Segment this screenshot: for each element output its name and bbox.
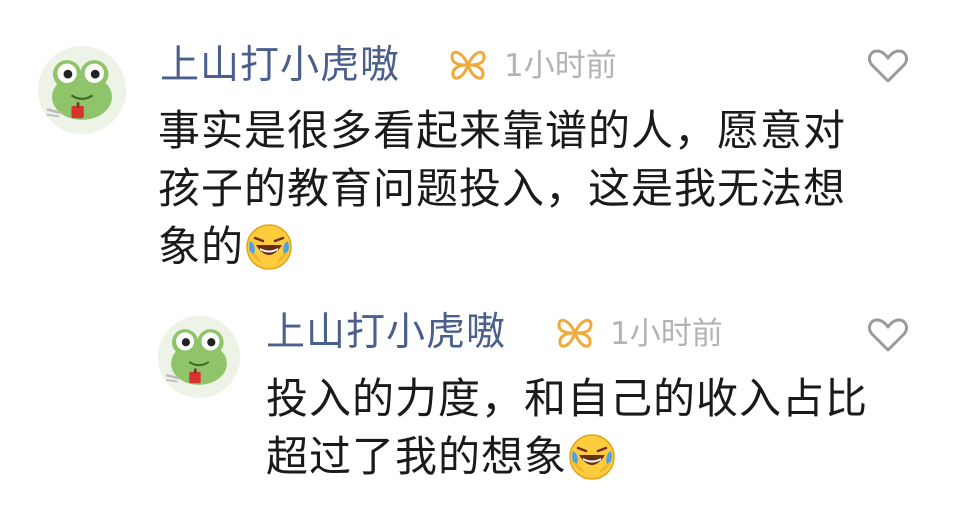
like-button[interactable] (866, 316, 910, 354)
timestamp: 1小时前 (504, 48, 617, 84)
frog-avatar-icon (38, 46, 126, 134)
username[interactable]: 上山打小虎嗷 (160, 38, 400, 94)
comment-text-line: 事实是很多看起来靠谱的人，愿意对 (158, 106, 847, 155)
laughing-crying-face-emoji (567, 431, 617, 481)
comment-text-line: 象的 (158, 218, 846, 276)
comment-text: 投入的力度，和自己的收入占比 超过了我的想象 (266, 370, 868, 486)
comment-text-line: 孩子的教育问题投入，这是我无法想 (158, 164, 847, 213)
heart-outline-icon (868, 49, 908, 83)
timestamp: 1小时前 (610, 316, 723, 352)
like-button[interactable] (866, 47, 910, 85)
frog-avatar[interactable] (38, 46, 126, 134)
comment-text-line: 超过了我的想象 (266, 428, 868, 486)
comment-text-line: 投入的力度，和自己的收入占比 (266, 374, 869, 423)
butterfly-icon (555, 315, 595, 351)
frog-avatar[interactable] (158, 316, 240, 398)
username[interactable]: 上山打小虎嗷 (266, 305, 506, 361)
comment-text: 事实是很多看起来靠谱的人，愿意对 孩子的教育问题投入，这是我无法想 象的 (158, 102, 846, 276)
butterfly-icon (448, 47, 488, 83)
comment-text-segment: 超过了我的想象 (266, 432, 568, 481)
frog-avatar-icon (158, 316, 240, 398)
heart-outline-icon (868, 318, 908, 352)
laughing-crying-face-emoji (244, 221, 294, 271)
comment-text-segment: 象的 (158, 222, 245, 271)
